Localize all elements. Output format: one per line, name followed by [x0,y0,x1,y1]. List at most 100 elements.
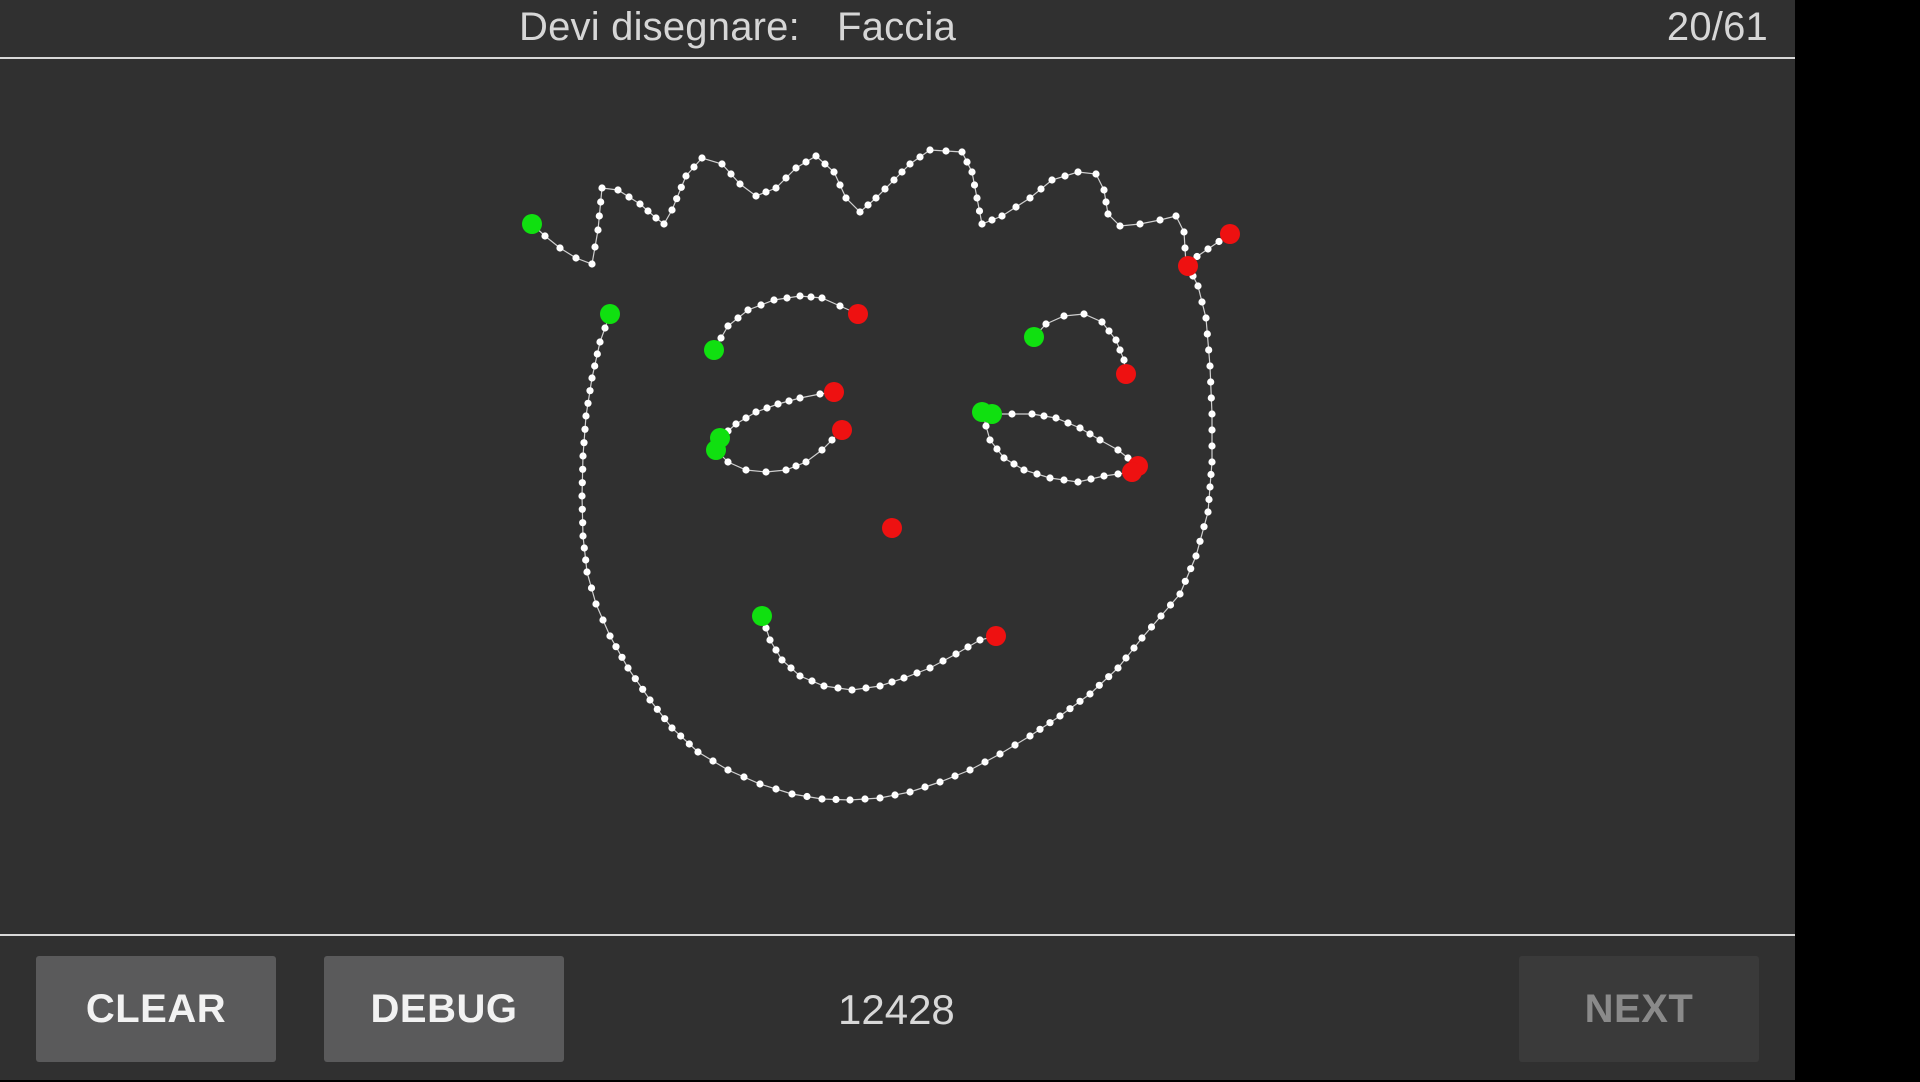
stroke-point [921,783,929,791]
stroke-point [652,214,660,222]
drawing-canvas[interactable] [0,59,1795,933]
stroke-point [752,192,760,200]
stroke-start-marker [972,402,992,422]
stroke-point [591,243,599,251]
stroke-point [690,163,698,171]
stroke-point [872,194,880,202]
stroke-point [1203,330,1211,338]
prompt-word: Faccia [837,5,957,49]
stroke-point [1026,194,1034,202]
stroke-point [770,296,778,304]
stroke-point [787,664,795,672]
stroke-point [832,795,840,804]
stroke-point [752,408,760,416]
stroke-point [926,146,934,154]
stroke-point [976,636,984,644]
stroke-point [1092,170,1100,178]
stroke-point [742,466,750,474]
stroke-point [936,778,944,786]
stroke-point [763,404,771,412]
stroke-point [778,656,786,664]
stroke-point [1181,577,1189,585]
stroke-point [727,170,735,178]
stroke-point [582,556,590,564]
stroke-point [596,338,604,346]
stroke-point [1066,705,1074,713]
stroke-point [598,184,606,192]
stroke-point [1011,741,1019,749]
stroke-point [796,292,804,300]
stroke-point [807,293,815,301]
prompt-label: Devi disegnare: [519,5,800,49]
stroke-point [891,791,899,799]
stroke-point [682,172,690,180]
stroke-point [1105,327,1113,335]
stroke-point [612,643,620,651]
stroke-point [1207,470,1215,479]
stroke-point [631,675,639,683]
stroke-point [618,653,626,661]
stroke-point [820,682,828,690]
stroke-point [698,154,706,162]
drawing-surface[interactable] [0,59,1795,933]
debug-button[interactable]: DEBUG [324,956,564,1062]
stroke-point [1172,212,1180,220]
stroke-point [862,684,870,692]
stroke-point [660,220,668,228]
stroke-point [1200,523,1208,531]
stroke-point [821,160,829,168]
stroke-point [988,216,996,224]
stroke-point [724,322,732,330]
stroke-point [864,201,872,209]
clear-button[interactable]: CLEAR [36,956,276,1062]
stroke-point [1095,681,1103,689]
stroke-point [1116,346,1124,354]
app-screen: Devi disegnare: Faccia 20/61 CLEAR DEBUG… [0,0,1795,1080]
stroke-start-marker [522,214,542,234]
stroke-point [580,544,588,552]
stroke-point [1206,483,1214,491]
stroke-point [1076,697,1084,705]
stroke-point [906,788,914,796]
stroke-end-marker [848,304,868,324]
stroke-point [717,334,725,342]
stroke-point [973,194,981,202]
stroke-point [588,260,596,268]
stroke-point [782,174,790,182]
stroke-point [1116,222,1124,230]
stroke-point [1138,634,1146,642]
stroke-point [1033,470,1041,478]
stroke-point [1192,552,1200,560]
stroke-point [1204,508,1212,516]
stroke-point [1080,310,1088,318]
stroke-point [1008,410,1016,418]
stroke-point [1060,476,1068,484]
stroke-point [796,394,804,402]
stroke-point [1052,414,1060,422]
next-button[interactable]: NEXT [1519,956,1759,1062]
stroke-point [588,374,596,382]
stroke-end-marker [882,518,902,538]
stroke-point [1100,472,1108,480]
stroke-point [828,436,836,444]
stroke-point [646,696,654,704]
stroke-point [1102,198,1110,206]
stroke-right-brow [1024,310,1136,384]
stroke-point [836,181,844,189]
stroke-point [625,193,633,201]
stroke-point [1037,185,1045,193]
stroke-point [572,254,580,262]
stroke-line [713,295,859,351]
stroke-point [1100,186,1108,194]
stroke-point [1187,565,1195,573]
stroke-point [639,685,647,693]
stroke-point [578,505,586,513]
stroke-point [644,207,652,215]
stroke-point [592,600,600,608]
stroke-point [1180,228,1188,236]
stroke-point [606,632,614,640]
stroke-point [1136,220,1144,228]
stroke-point [1205,495,1213,504]
stroke-point [718,160,726,168]
stroke-point [966,766,974,774]
